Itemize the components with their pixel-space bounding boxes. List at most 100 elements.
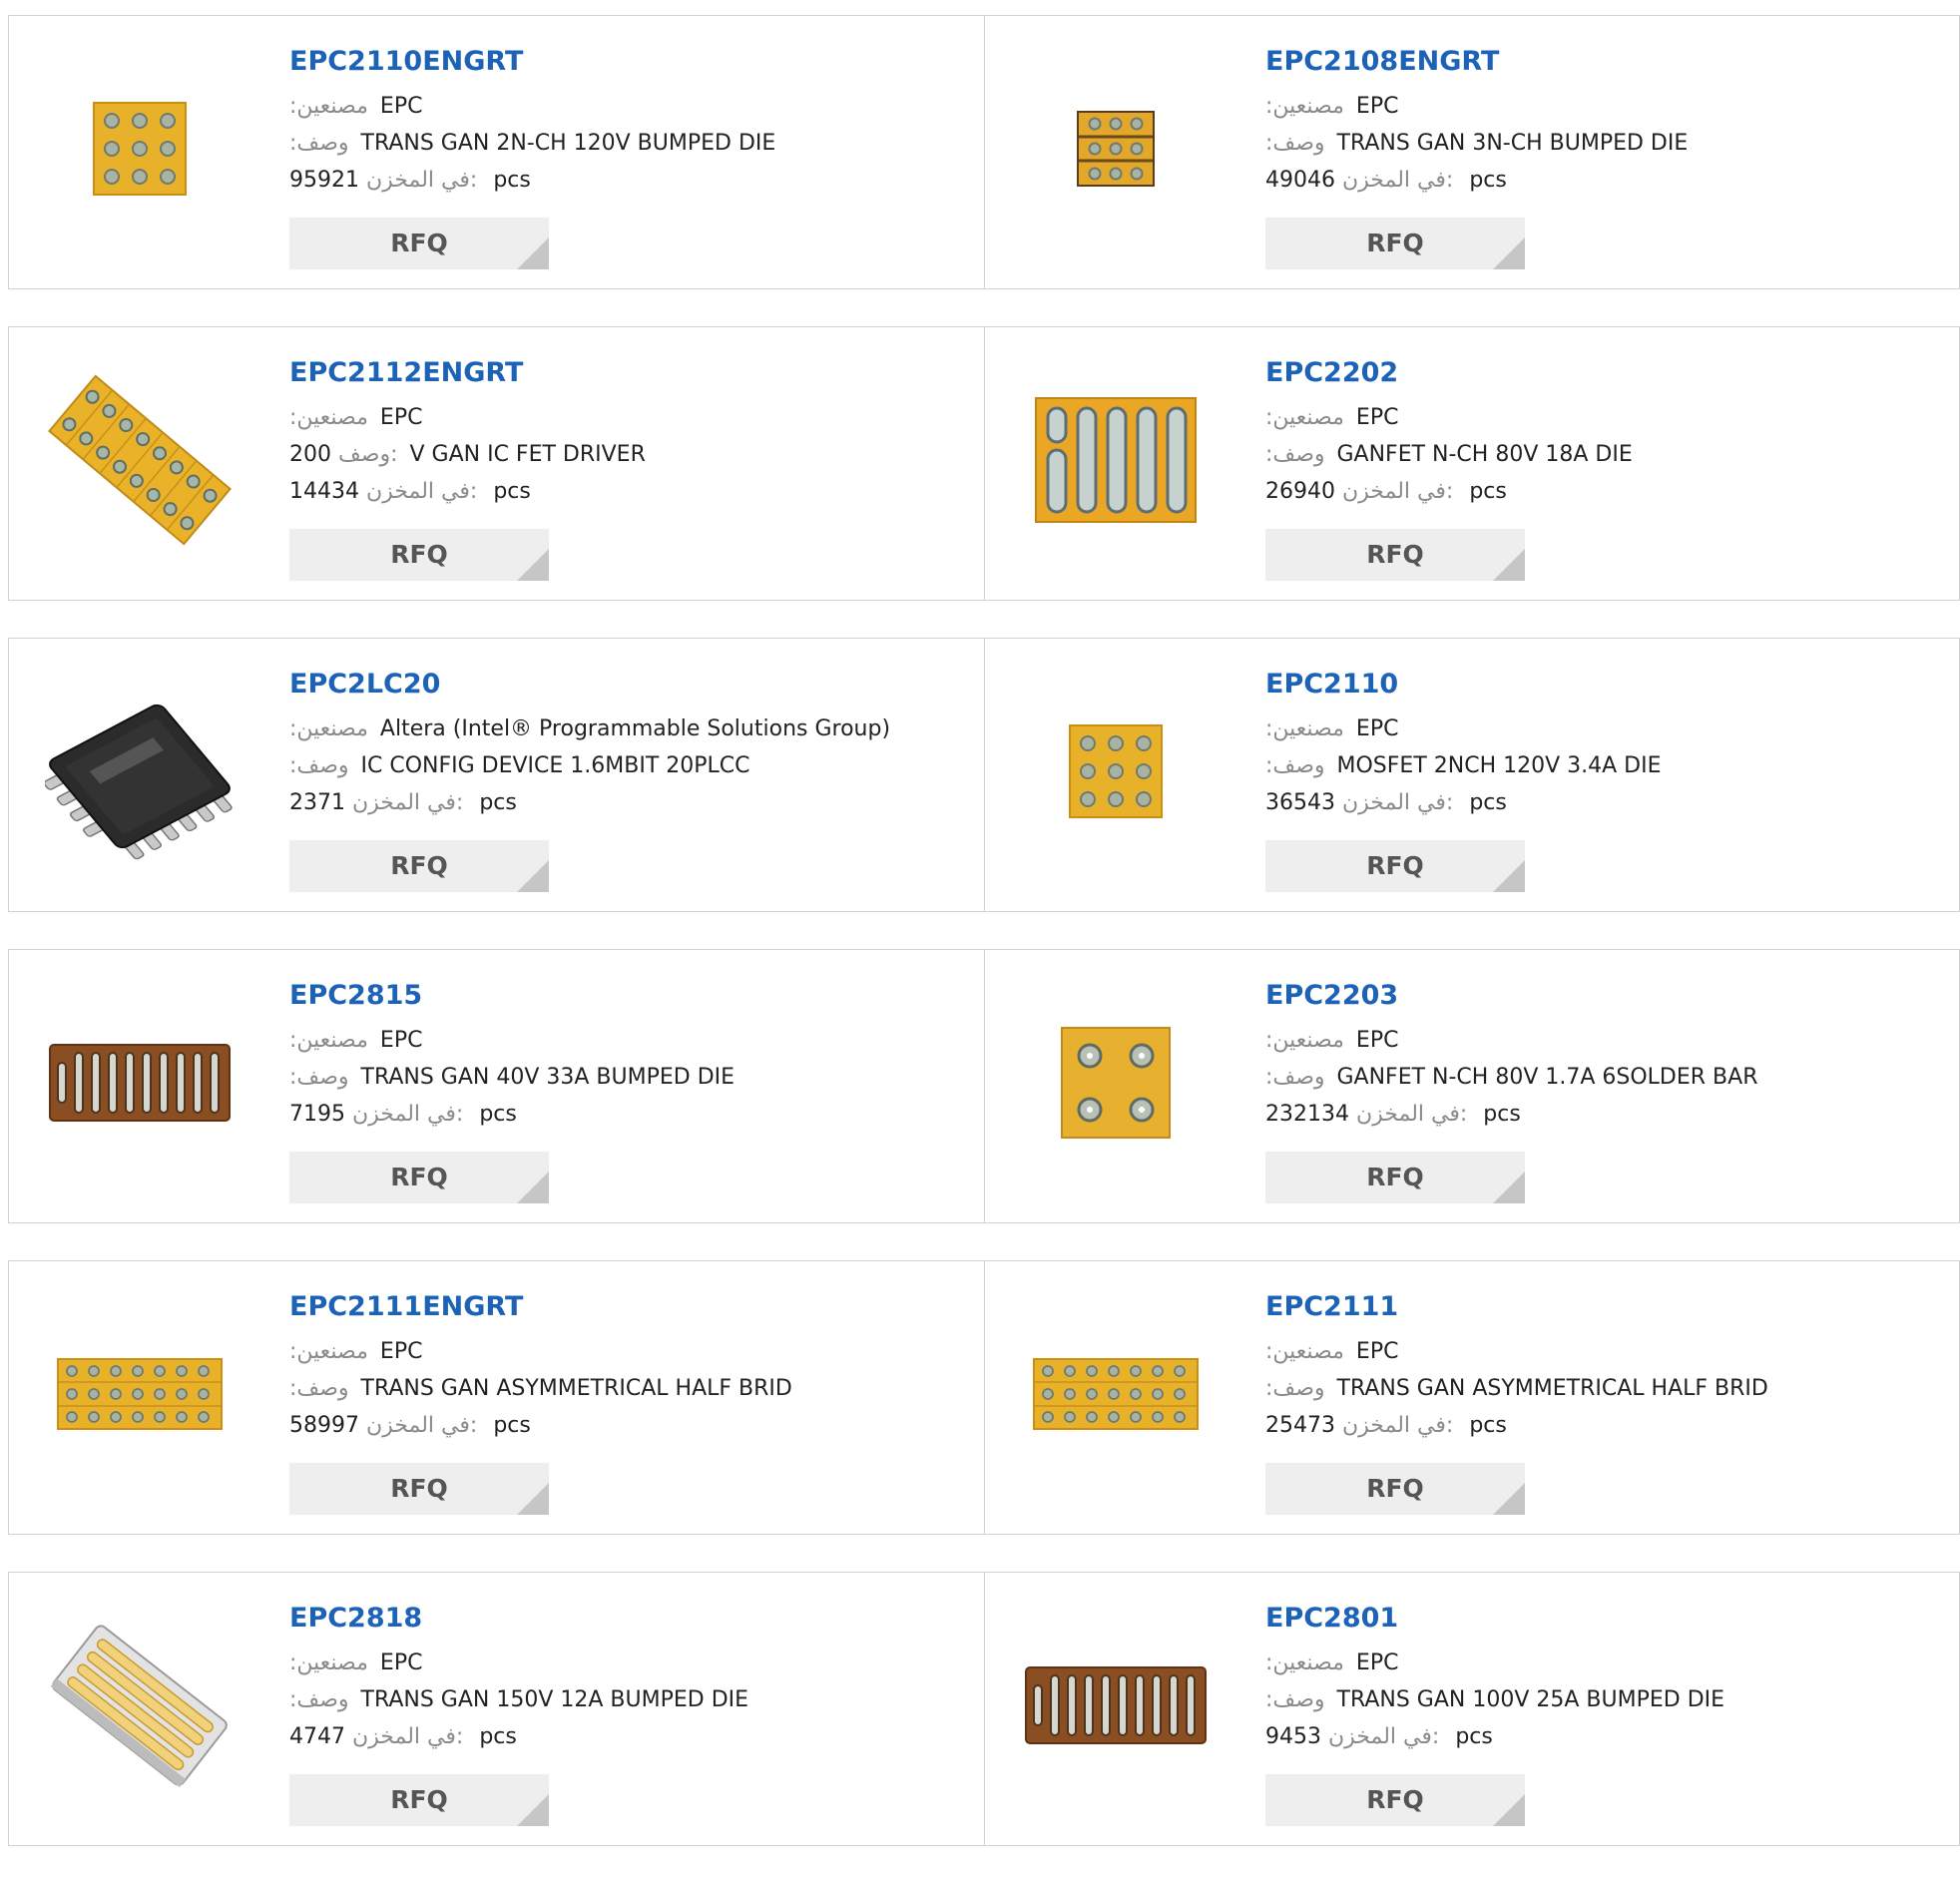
rfq-button[interactable]: RFQ [289, 1463, 549, 1515]
description-line: :وصف MOSFET 2NCH 120V 3.4A DIE [1265, 747, 1949, 784]
stock-line: 95921 في المخزن: pcs [289, 162, 974, 199]
product-thumbnail[interactable] [1021, 677, 1211, 866]
stock-label: في المخزن: [366, 479, 478, 504]
part-number-link[interactable]: EPC2111 [1265, 1291, 1949, 1323]
manufacturer-line: :مصنعين EPC [289, 1645, 974, 1681]
product-thumbnail[interactable] [45, 54, 235, 243]
die-3x3-small-icon [1077, 111, 1155, 187]
pcs-unit: pcs [493, 168, 531, 193]
stock-line: 58997 في المخزن: pcs [289, 1407, 974, 1444]
pcs-unit: pcs [1469, 479, 1507, 504]
rfq-button[interactable]: RFQ [289, 840, 549, 892]
description-line: :وصف GANFET N-CH 80V 1.7A 6SOLDER BAR [1265, 1059, 1949, 1096]
product-thumbnail[interactable] [1021, 54, 1211, 243]
product-thumbnail[interactable] [45, 1299, 235, 1489]
part-number-link[interactable]: EPC2108ENGRT [1265, 46, 1949, 78]
rfq-button[interactable]: RFQ [289, 218, 549, 269]
product-thumbnail[interactable] [45, 365, 235, 555]
stock-line: 7195 في المخزن: pcs [289, 1096, 974, 1133]
manufacturer-value: EPC [1355, 1650, 1399, 1675]
part-number-link[interactable]: EPC2202 [1265, 357, 1949, 389]
description-label: :وصف [289, 131, 349, 156]
corner-decoration [1493, 1483, 1525, 1515]
product-card: EPC2111ENGRT :مصنعين EPC :وصف TRANS GAN AS… [9, 1261, 984, 1534]
rfq-button[interactable]: RFQ [1265, 218, 1525, 269]
product-thumbnail[interactable] [45, 1611, 235, 1800]
part-number-link[interactable]: EPC2801 [1265, 1603, 1949, 1635]
rfq-button[interactable]: RFQ [289, 529, 549, 581]
stock-label: في المخزن: [352, 790, 464, 815]
rfq-button[interactable]: RFQ [1265, 529, 1525, 581]
manufacturer-value: EPC [379, 94, 423, 119]
rfq-button[interactable]: RFQ [1265, 1152, 1525, 1203]
manufacturer-value: EPC [1355, 405, 1399, 430]
description-line: :وصف TRANS GAN ASYMMETRICAL HALF BRID [1265, 1370, 1949, 1407]
product-card: EPC2112ENGRT :مصنعين EPC 200 وصف: V GAN IC… [9, 327, 984, 600]
product-card: EPC2108ENGRT :مصنعين EPC :وصف TRANS GAN 3N… [984, 16, 1959, 288]
pcs-unit: pcs [1469, 790, 1507, 815]
description-value: V GAN IC FET DRIVER [409, 442, 646, 467]
corner-decoration [517, 860, 549, 892]
rfq-label: RFQ [390, 851, 448, 880]
part-number-link[interactable]: EPC2111ENGRT [289, 1291, 974, 1323]
description-line: :وصف TRANS GAN 40V 33A BUMPED DIE [289, 1059, 974, 1096]
description-prefix: 200 [289, 442, 331, 467]
description-value: TRANS GAN ASYMMETRICAL HALF BRID [1336, 1376, 1768, 1401]
description-value: TRANS GAN 100V 25A BUMPED DIE [1336, 1687, 1725, 1712]
product-thumbnail[interactable] [1021, 365, 1211, 555]
description-value: TRANS GAN ASYMMETRICAL HALF BRID [360, 1376, 792, 1401]
part-number-link[interactable]: EPC2112ENGRT [289, 357, 974, 389]
manufacturer-value: EPC [1355, 1339, 1399, 1364]
description-label: :وصف [1265, 753, 1325, 778]
rfq-label: RFQ [390, 540, 448, 569]
product-card: EPC2110ENGRT :مصنعين EPC :وصف TRANS GAN 2N… [9, 16, 984, 288]
description-line: :وصف IC CONFIG DEVICE 1.6MBIT 20PLCC [289, 747, 974, 784]
rfq-label: RFQ [1366, 1785, 1424, 1814]
part-number-link[interactable]: EPC2110ENGRT [289, 46, 974, 78]
product-thumbnail[interactable] [1021, 988, 1211, 1177]
part-number-link[interactable]: EPC2110 [1265, 669, 1949, 701]
stock-value: 4747 [289, 1724, 345, 1749]
die-bars-icon [1035, 397, 1197, 523]
part-number-link[interactable]: EPC2815 [289, 980, 974, 1012]
rfq-button[interactable]: RFQ [1265, 1463, 1525, 1515]
rfq-label: RFQ [1366, 229, 1424, 257]
part-number-link[interactable]: EPC2818 [289, 1603, 974, 1635]
stock-line: 14434 في المخزن: pcs [289, 473, 974, 510]
product-thumbnail[interactable] [45, 677, 235, 866]
stock-value: 26940 [1265, 479, 1335, 504]
description-line: :وصف TRANS GAN ASYMMETRICAL HALF BRID [289, 1370, 974, 1407]
pcs-unit: pcs [479, 790, 517, 815]
manufacturer-line: :مصنعين EPC [1265, 88, 1949, 125]
description-label: :وصف [1265, 1687, 1325, 1712]
rfq-button[interactable]: RFQ [289, 1774, 549, 1826]
stock-value: 25473 [1265, 1413, 1335, 1438]
part-number-link[interactable]: EPC2203 [1265, 980, 1949, 1012]
product-card: EPC2111 :مصنعين EPC :وصف TRANS GAN ASYMMET… [984, 1261, 1959, 1534]
manufacturer-value: EPC [1355, 94, 1399, 119]
rfq-button[interactable]: RFQ [1265, 1774, 1525, 1826]
manufacturer-line: :مصنعين EPC [1265, 399, 1949, 436]
pcs-unit: pcs [479, 1102, 517, 1127]
rfq-button[interactable]: RFQ [1265, 840, 1525, 892]
stock-line: 9453 في المخزن: pcs [1265, 1718, 1949, 1755]
corner-decoration [1493, 549, 1525, 581]
product-thumbnail[interactable] [1021, 1611, 1211, 1800]
description-label: وصف: [338, 442, 398, 467]
rfq-button[interactable]: RFQ [289, 1152, 549, 1203]
manufacturer-line: :مصنعين Altera (Intel® Programmable Solut… [289, 710, 974, 747]
die-3x3-icon [93, 102, 187, 196]
stock-value: 2371 [289, 790, 345, 815]
product-thumbnail[interactable] [1021, 1299, 1211, 1489]
manufacturer-label: :مصنعين [289, 716, 368, 741]
manufacturer-label: :مصنعين [1265, 1650, 1344, 1675]
product-card: EPC2818 :مصنعين EPC :وصف TRANS GAN 150V 12… [9, 1573, 984, 1845]
die-strips-icon [49, 1044, 231, 1122]
manufacturer-label: :مصنعين [289, 1650, 368, 1675]
product-thumbnail[interactable] [45, 988, 235, 1177]
description-line: 200 وصف: V GAN IC FET DRIVER [289, 436, 974, 473]
die-3x7-icon [1033, 1358, 1199, 1430]
product-row: EPC2111ENGRT :مصنعين EPC :وصف TRANS GAN AS… [8, 1260, 1960, 1535]
stock-value: 58997 [289, 1413, 359, 1438]
part-number-link[interactable]: EPC2LC20 [289, 669, 974, 701]
